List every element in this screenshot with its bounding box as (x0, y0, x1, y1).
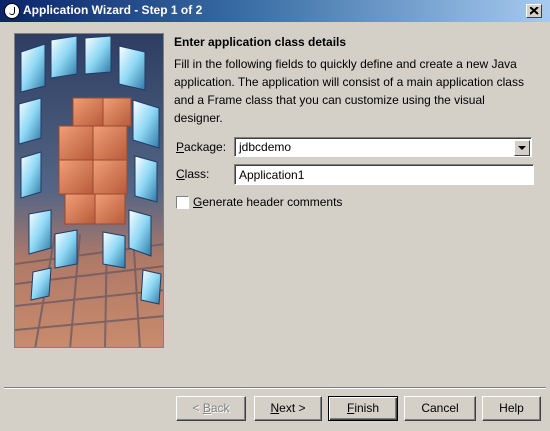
class-input[interactable]: Application1 (234, 164, 534, 185)
chevron-down-icon[interactable] (514, 140, 530, 156)
title-bar: Application Wizard - Step 1 of 2 (0, 0, 550, 22)
finish-button[interactable]: Finish (328, 396, 398, 421)
package-value: jdbcdemo (239, 140, 292, 154)
package-dropdown[interactable]: jdbcdemo (234, 137, 532, 157)
close-button[interactable] (526, 4, 542, 18)
page-description: Fill in the following fields to quickly … (174, 57, 524, 125)
package-label: Package: (176, 140, 227, 154)
generate-header-comments-checkbox[interactable] (176, 196, 189, 209)
help-button[interactable]: Help (482, 396, 541, 421)
window-title: Application Wizard - Step 1 of 2 (23, 3, 203, 17)
page-heading: Enter application class details (174, 35, 347, 49)
next-button[interactable]: Next > (254, 396, 322, 421)
cancel-button[interactable]: Cancel (404, 396, 476, 421)
class-label: Class: (176, 167, 210, 181)
back-button[interactable]: < Back (176, 396, 246, 421)
class-value: Application1 (239, 168, 305, 182)
button-separator (4, 387, 546, 389)
close-icon (530, 7, 539, 15)
java-app-icon (4, 3, 20, 19)
generate-header-comments-label[interactable]: Generate header comments (193, 195, 342, 209)
wizard-illustration (14, 33, 164, 348)
